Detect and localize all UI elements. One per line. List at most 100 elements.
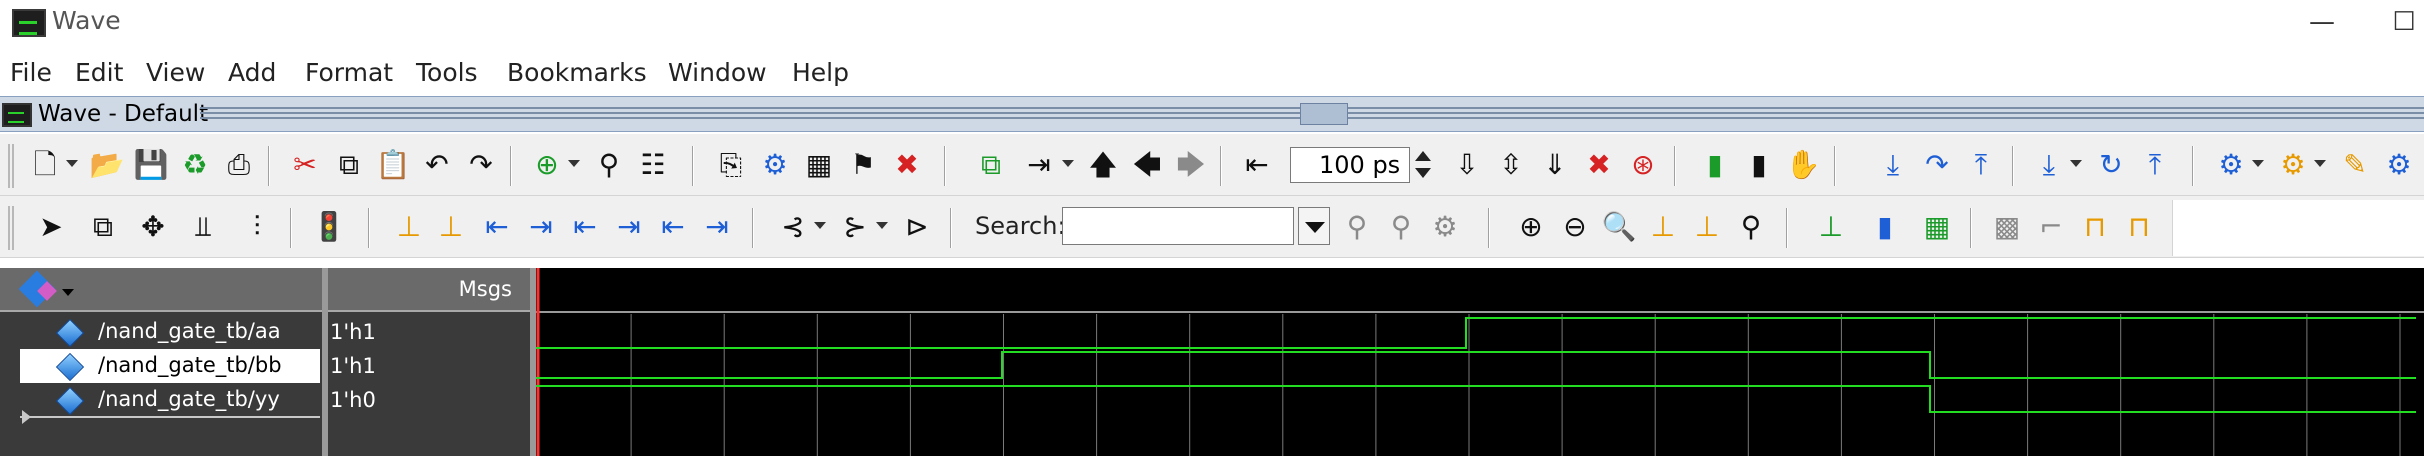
expand-icon[interactable]: ⊰ [774, 208, 812, 246]
search-next-icon[interactable]: ⚲ [1382, 208, 1420, 246]
traffic-light-icon[interactable]: 🚦 [310, 208, 348, 246]
prev-rising-icon[interactable]: ⇤ [654, 208, 692, 246]
run-length-icon[interactable]: ⇤ [1238, 146, 1276, 184]
signal-trace-icon[interactable]: ⊳ [898, 208, 936, 246]
next-rising-icon[interactable]: ⇥ [698, 208, 736, 246]
break-icon[interactable]: ✖ [888, 146, 926, 184]
layout-alt-icon[interactable]: ⚙ [2274, 146, 2312, 184]
edge-icon[interactable]: ⫫ [184, 208, 222, 246]
zoom-last-icon[interactable]: ⚲ [1732, 208, 1770, 246]
chevron-down-icon[interactable] [814, 222, 826, 229]
compile-icon[interactable]: ⚙ [756, 146, 794, 184]
wave-format-literal-icon[interactable]: ⊥ [1812, 208, 1850, 246]
rising-edge-icon[interactable]: ⌐ [2032, 208, 2070, 246]
step-into-icon[interactable]: ⤓ [1874, 146, 1912, 184]
cut-icon[interactable]: ✂ [286, 146, 324, 184]
layers-icon[interactable]: ⎘ [712, 146, 750, 184]
add-circle-icon[interactable]: ⊕ [528, 146, 566, 184]
performance-icon[interactable]: ▮ [1696, 146, 1734, 184]
menu-edit[interactable]: Edit [75, 58, 123, 87]
minimize-icon[interactable]: — [2302, 4, 2342, 40]
step-options-icon[interactable]: ⇥ [1020, 146, 1058, 184]
run-all-icon[interactable]: ⇓ [1536, 146, 1574, 184]
wave-window-header[interactable]: Wave - Default [0, 96, 2424, 132]
move-icon[interactable]: ✥ [134, 208, 172, 246]
wave-trace-bb[interactable] [536, 351, 2416, 379]
grid-icon[interactable]: ▦ [800, 146, 838, 184]
undo-icon[interactable]: ↶ [418, 146, 456, 184]
hand-icon[interactable]: ✋ [1784, 146, 1822, 184]
menu-file[interactable]: File [10, 58, 52, 87]
next-edge-icon[interactable]: ⇥ [522, 208, 560, 246]
break-run-icon[interactable]: ✖ [1580, 146, 1618, 184]
chevron-down-icon[interactable] [2252, 160, 2264, 167]
chevron-down-icon[interactable] [876, 222, 888, 229]
arrow-up-icon[interactable]: 🡅 [1084, 146, 1122, 184]
zoom-between-icon[interactable]: ⊥ [1688, 208, 1726, 246]
collapse-icon[interactable]: ⊱ [836, 208, 874, 246]
zoom-cursor-icon[interactable]: ⊥ [1644, 208, 1682, 246]
new-file-icon[interactable]: 🗋 [26, 146, 64, 184]
menu-tools[interactable]: Tools [416, 58, 478, 87]
wave-format-analog-icon[interactable]: ▦ [1918, 208, 1956, 246]
search-options-icon[interactable]: ⚙ [1426, 208, 1464, 246]
run-time-input[interactable]: 100 ps [1290, 147, 1410, 183]
paste-icon[interactable]: 📋 [374, 146, 412, 184]
list-format-icon[interactable]: ☷ [634, 146, 672, 184]
menu-window[interactable]: Window [668, 58, 767, 87]
chevron-down-icon[interactable] [2070, 160, 2082, 167]
toolbar-grip[interactable] [8, 206, 14, 250]
run-time-spinner[interactable] [1412, 147, 1434, 183]
stop-icon[interactable]: ⊛ [1624, 146, 1662, 184]
maximize-icon[interactable]: ☐ [2384, 4, 2424, 40]
reload-icon[interactable]: ♻ [176, 146, 214, 184]
restore-layout-icon[interactable]: ⚙ [2380, 146, 2418, 184]
signal-row-selected[interactable]: /nand_gate_tb/bb [20, 349, 320, 383]
arrow-left-icon[interactable]: 🡄 [1128, 146, 1166, 184]
zoom-full-icon[interactable]: 🔍 [1600, 208, 1638, 246]
chevron-down-icon[interactable] [66, 160, 78, 167]
falling-pulse-icon[interactable]: ⊓ [2120, 208, 2158, 246]
step-up-icon[interactable]: ⤒ [2136, 146, 2174, 184]
step-out-icon[interactable]: ⤒ [1962, 146, 2000, 184]
names-header[interactable] [0, 268, 322, 312]
redo-icon[interactable]: ↷ [462, 146, 500, 184]
edit-layout-icon[interactable]: ✎ [2336, 146, 2374, 184]
search-prev-icon[interactable]: ⚲ [1338, 208, 1376, 246]
chevron-down-icon[interactable] [1062, 160, 1074, 167]
menu-add[interactable]: Add [228, 58, 276, 87]
open-folder-icon[interactable]: 📂 [88, 146, 126, 184]
menu-view[interactable]: View [146, 58, 205, 87]
continue-icon[interactable]: ⇳ [1492, 146, 1530, 184]
step-over-icon[interactable]: ↷ [1918, 146, 1956, 184]
menu-format[interactable]: Format [305, 58, 393, 87]
save-icon[interactable]: 💾 [132, 146, 170, 184]
insert-cursor-icon[interactable]: ⊥ [390, 208, 428, 246]
find-binoculars-icon[interactable]: ⚲ [590, 146, 628, 184]
step-cycle-icon[interactable]: ↻ [2092, 146, 2130, 184]
delete-cursor-icon[interactable]: ⊥ [432, 208, 470, 246]
chevron-down-icon[interactable] [2314, 160, 2326, 167]
arrow-right-icon[interactable]: 🡆 [1172, 146, 1210, 184]
pulse-icon[interactable]: ⊓ [2076, 208, 2114, 246]
prev-edge-icon[interactable]: ⇤ [478, 208, 516, 246]
drag-grip-center[interactable] [1300, 103, 1348, 125]
search-dropdown[interactable] [1298, 207, 1330, 245]
prev-falling-icon[interactable]: ⇤ [566, 208, 604, 246]
chevron-down-icon[interactable] [568, 160, 580, 167]
zoom-out-icon[interactable]: ⊖ [1556, 208, 1594, 246]
zoom-in-icon[interactable]: ⊕ [1512, 208, 1550, 246]
wave-format-logic-icon[interactable]: ▮ [1866, 208, 1904, 246]
next-falling-icon[interactable]: ⇥ [610, 208, 648, 246]
signal-row[interactable]: /nand_gate_tb/yy [20, 383, 320, 417]
chevron-down-icon[interactable] [62, 289, 74, 296]
dotted-box-icon[interactable]: ▩ [1988, 208, 2026, 246]
waveform-pane[interactable] [536, 268, 2424, 456]
step-down-icon[interactable]: ⤓ [2030, 146, 2068, 184]
zoom-mode-icon[interactable]: ⧉ [84, 208, 122, 246]
memory-icon[interactable]: ▮ [1740, 146, 1778, 184]
simulate-icon[interactable]: ⚑ [844, 146, 882, 184]
signal-row[interactable]: /nand_gate_tb/aa [20, 315, 320, 349]
align-icon[interactable]: ⫶ [238, 208, 276, 246]
wave-trace-yy[interactable] [536, 385, 2416, 413]
